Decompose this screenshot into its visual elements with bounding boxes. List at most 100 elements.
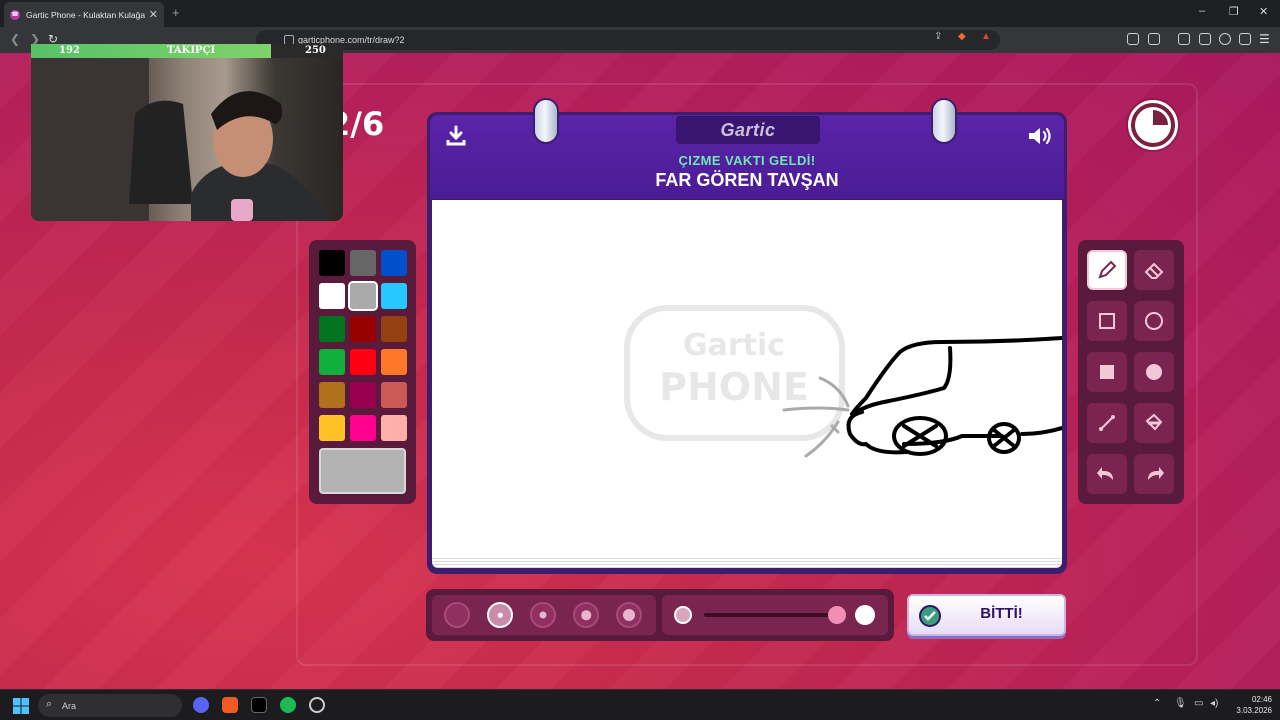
redo-tool-button[interactable] bbox=[1134, 454, 1174, 494]
reading-list-icon[interactable] bbox=[1199, 33, 1211, 45]
eraser-tool-button[interactable] bbox=[1134, 250, 1174, 290]
undo-tool-button[interactable] bbox=[1087, 454, 1127, 494]
network-icon[interactable]: ▭ bbox=[1194, 698, 1203, 709]
color-swatch[interactable] bbox=[381, 316, 407, 342]
color-swatch[interactable] bbox=[348, 281, 378, 311]
leo-ai-icon[interactable] bbox=[1219, 33, 1231, 45]
car-drawing bbox=[846, 336, 1064, 456]
circle-outline-icon bbox=[1145, 312, 1163, 330]
done-button-label: BİTTİ! bbox=[980, 605, 1023, 622]
clock-time: 02:46 bbox=[1251, 695, 1272, 704]
windows-start-icon[interactable] bbox=[13, 698, 29, 714]
color-swatch[interactable] bbox=[381, 283, 407, 309]
color-swatch[interactable] bbox=[381, 349, 407, 375]
opacity-slider-handle[interactable] bbox=[828, 606, 846, 624]
opacity-track[interactable] bbox=[704, 613, 838, 617]
volume-icon[interactable]: ◂) bbox=[1210, 698, 1218, 709]
eraser-icon bbox=[1144, 262, 1164, 279]
pencil-tool-button[interactable] bbox=[1087, 250, 1127, 290]
rectangle-fill-tool-button[interactable] bbox=[1087, 352, 1127, 392]
taskbar-clock[interactable]: 02:46 3.03.2026 bbox=[1228, 694, 1272, 716]
done-button[interactable]: BİTTİ! bbox=[907, 594, 1066, 636]
brave-icon[interactable] bbox=[222, 697, 238, 713]
brush-size-button[interactable] bbox=[573, 602, 599, 628]
notebook-ring-right bbox=[931, 98, 957, 144]
notebook-header: Gartic ÇIZME VAKTI GELDİ! FAR GÖREN TAVŞ… bbox=[430, 115, 1064, 199]
brush-size-dot bbox=[456, 614, 458, 616]
brush-size-button[interactable] bbox=[487, 602, 513, 628]
streamer-image bbox=[31, 58, 331, 221]
vpn-icon[interactable] bbox=[1239, 33, 1251, 45]
address-bar[interactable]: garticphone.com/tr/draw?2 bbox=[256, 30, 1000, 50]
sound-icon[interactable] bbox=[1026, 124, 1054, 148]
menu-icon[interactable]: ☰ bbox=[1259, 32, 1270, 46]
color-swatch[interactable] bbox=[319, 316, 345, 342]
tab-close-icon[interactable]: ✕ bbox=[149, 8, 158, 21]
opacity-slider[interactable] bbox=[662, 595, 888, 635]
app-icon[interactable] bbox=[251, 697, 267, 713]
extensions-icon[interactable] bbox=[1127, 33, 1139, 45]
tool-panel bbox=[1078, 240, 1184, 504]
browser-tab[interactable]: ☎ Gartic Phone - Kulaktan Kulağa ✕ bbox=[4, 2, 164, 27]
back-icon[interactable]: ❮ bbox=[10, 32, 20, 46]
color-swatch[interactable] bbox=[381, 415, 407, 441]
color-swatch[interactable] bbox=[319, 283, 345, 309]
spotify-icon[interactable] bbox=[280, 697, 296, 713]
follower-goal: 250 bbox=[305, 45, 326, 56]
color-swatch[interactable] bbox=[350, 349, 376, 375]
brush-size-dot bbox=[581, 610, 591, 620]
bucket-tool-button[interactable] bbox=[1134, 403, 1174, 443]
color-swatch[interactable] bbox=[319, 415, 345, 441]
opacity-low-icon bbox=[674, 606, 692, 624]
discord-icon[interactable] bbox=[193, 697, 209, 713]
download-icon[interactable] bbox=[444, 124, 468, 148]
line-tool-button[interactable] bbox=[1087, 403, 1127, 443]
gartic-phone-watermark: Gartic PHONE bbox=[624, 305, 845, 441]
share-icon[interactable]: ⇪ bbox=[934, 31, 942, 42]
taskbar-search[interactable]: ⌕ Ara bbox=[38, 694, 182, 717]
close-window-button[interactable]: ✕ bbox=[1259, 5, 1268, 18]
notebook-pages-edge bbox=[432, 556, 1062, 568]
search-icon: ⌕ bbox=[46, 698, 53, 710]
color-swatch[interactable] bbox=[350, 316, 376, 342]
bucket-icon bbox=[1145, 413, 1163, 431]
sidebar-icon[interactable] bbox=[1178, 33, 1190, 45]
watermark-gartic-text: Gartic bbox=[683, 328, 785, 363]
color-swatch[interactable] bbox=[319, 250, 345, 276]
color-swatch[interactable] bbox=[381, 250, 407, 276]
obs-icon[interactable] bbox=[309, 697, 325, 713]
color-swatch[interactable] bbox=[319, 382, 345, 408]
opacity-high-icon bbox=[855, 605, 875, 625]
drawing-canvas[interactable]: Gartic PHONE bbox=[432, 200, 1064, 558]
color-palette bbox=[309, 240, 416, 504]
maximize-button[interactable]: ❐ bbox=[1229, 5, 1239, 18]
line-icon bbox=[1099, 415, 1115, 431]
follower-label: TAKIPÇI bbox=[167, 45, 216, 56]
wallet-icon[interactable] bbox=[1148, 33, 1160, 45]
brave-rewards-icon[interactable]: ▲ bbox=[981, 31, 991, 42]
minimize-button[interactable]: – bbox=[1199, 5, 1205, 17]
brush-size-button[interactable] bbox=[530, 602, 556, 628]
brush-size-button[interactable] bbox=[444, 602, 470, 628]
rectangle-fill-icon bbox=[1100, 365, 1114, 379]
rectangle-outline-tool-button[interactable] bbox=[1087, 301, 1127, 341]
circle-outline-tool-button[interactable] bbox=[1134, 301, 1174, 341]
rectangle-outline-icon bbox=[1099, 313, 1115, 329]
tray-chevron-icon[interactable]: ⌃ bbox=[1153, 698, 1161, 709]
new-tab-button[interactable]: + bbox=[172, 5, 180, 20]
microphone-icon[interactable]: 🎙 bbox=[1174, 698, 1187, 709]
color-swatch[interactable] bbox=[350, 415, 376, 441]
current-color-swatch bbox=[319, 448, 406, 494]
tab-title: Gartic Phone - Kulaktan Kulağa bbox=[26, 9, 145, 20]
color-swatch[interactable] bbox=[319, 349, 345, 375]
pencil-icon bbox=[1098, 260, 1117, 279]
search-placeholder: Ara bbox=[62, 700, 77, 711]
clock-date: 3.03.2026 bbox=[1236, 706, 1272, 715]
circle-fill-tool-button[interactable] bbox=[1134, 352, 1174, 392]
brush-size-dot bbox=[623, 609, 635, 621]
brave-shield-icon[interactable]: ◆ bbox=[958, 31, 966, 42]
brush-size-button[interactable] bbox=[616, 602, 642, 628]
color-swatch[interactable] bbox=[381, 382, 407, 408]
color-swatch[interactable] bbox=[350, 250, 376, 276]
color-swatch[interactable] bbox=[350, 382, 376, 408]
